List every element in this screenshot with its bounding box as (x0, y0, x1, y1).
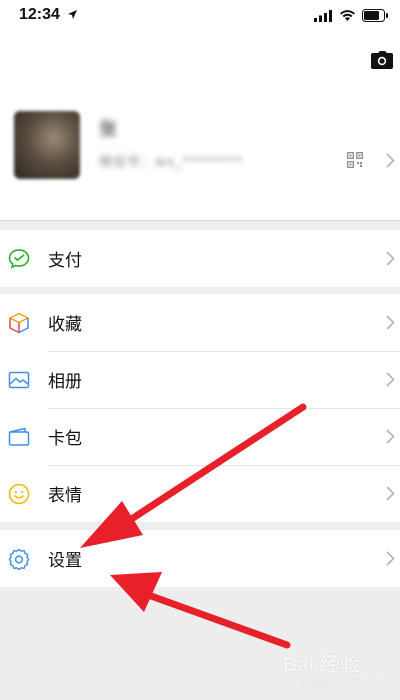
menu-item-pay-label: 支付 (48, 251, 82, 271)
watermark-logo: Bai 经验 (283, 654, 360, 676)
chevron-right-icon (386, 429, 395, 444)
menu-group-settings: 设置 (0, 530, 400, 587)
menu-item-stickers[interactable]: 表情 (0, 465, 400, 522)
battery-icon (362, 9, 388, 22)
menu-group-main: 收藏 相册 卡包 表情 (0, 294, 400, 522)
chevron-right-icon (386, 551, 395, 566)
profile-card[interactable]: 张 微信号：wx_******** (0, 34, 400, 221)
menu-item-favorites[interactable]: 收藏 (0, 294, 400, 351)
watermark-site: jingyan.baidu.com (300, 677, 393, 688)
menu-item-cards-label: 卡包 (48, 429, 82, 449)
gear-icon (8, 548, 30, 570)
profile-nickname: 张 (99, 119, 117, 140)
location-arrow-icon (68, 10, 77, 19)
album-photo-icon (8, 371, 30, 389)
menu-item-pay[interactable]: 支付 (0, 230, 400, 287)
smiley-icon (8, 483, 30, 505)
wifi-icon (340, 10, 355, 21)
menu-group-pay: 支付 (0, 230, 400, 287)
menu-item-favorites-label: 收藏 (48, 315, 82, 335)
chevron-right-icon (386, 315, 395, 330)
menu-item-album-label: 相册 (48, 372, 82, 392)
favorites-cube-icon (9, 312, 29, 334)
profile-wechat-id: 微信号：wx_******** (99, 155, 243, 170)
status-time: 12:34 (19, 6, 60, 23)
menu-item-settings[interactable]: 设置 (0, 530, 400, 587)
menu-item-stickers-label: 表情 (48, 486, 82, 506)
menu-item-settings-label: 设置 (48, 551, 82, 571)
chevron-right-icon (386, 251, 395, 266)
chevron-right-icon (386, 153, 395, 168)
status-bar: 12:34 (0, 0, 400, 34)
menu-item-cards[interactable]: 卡包 (0, 408, 400, 465)
avatar[interactable] (14, 111, 80, 179)
camera-icon[interactable] (371, 51, 393, 69)
qr-code-icon[interactable] (347, 152, 363, 168)
menu-item-album[interactable]: 相册 (0, 351, 400, 408)
chevron-right-icon (386, 486, 395, 501)
wechat-pay-icon (8, 249, 30, 269)
signal-icon (314, 10, 332, 22)
chevron-right-icon (386, 372, 395, 387)
card-wallet-icon (8, 427, 30, 446)
